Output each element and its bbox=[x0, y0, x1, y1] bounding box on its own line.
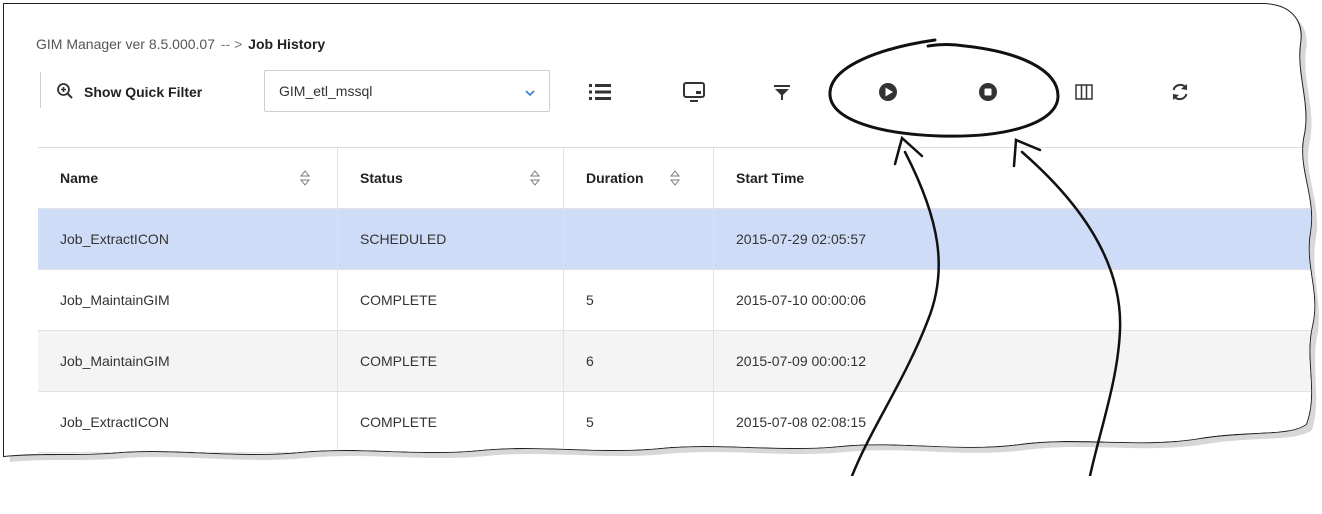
cell-status: SCHEDULED bbox=[360, 231, 447, 247]
column-header-start-time[interactable]: Start Time bbox=[714, 148, 1322, 208]
database-select[interactable]: GIM_etl_mssql bbox=[264, 70, 550, 112]
table-header-row: Name Status Duration Start Time bbox=[38, 148, 1322, 209]
show-quick-filter-label: Show Quick Filter bbox=[84, 84, 203, 100]
cell-name: Job_ExtractICON bbox=[60, 414, 169, 430]
cell-name: Job_MaintainGIM bbox=[60, 353, 170, 369]
chevron-down-icon bbox=[525, 85, 535, 101]
breadcrumb-app[interactable]: GIM Manager ver 8.5.000.07 bbox=[36, 36, 215, 52]
breadcrumb-separator: -- > bbox=[220, 36, 243, 52]
cell-name: Job_ExtractICON bbox=[60, 231, 169, 247]
breadcrumb: GIM Manager ver 8.5.000.07 -- > Job Hist… bbox=[36, 36, 325, 52]
filter-icon[interactable] bbox=[768, 78, 796, 106]
table-row[interactable]: Job_MaintainGIM COMPLETE 6 2015-07-09 00… bbox=[38, 331, 1322, 392]
cell-duration: 5 bbox=[586, 414, 594, 430]
play-icon[interactable] bbox=[874, 78, 902, 106]
cell-status: COMPLETE bbox=[360, 353, 438, 369]
cell-duration: 6 bbox=[586, 353, 594, 369]
stop-icon[interactable] bbox=[974, 78, 1002, 106]
refresh-icon[interactable] bbox=[1166, 78, 1194, 106]
cell-start-time: 2015-07-08 02:08:15 bbox=[736, 414, 866, 430]
cell-name: Job_MaintainGIM bbox=[60, 292, 170, 308]
column-header-duration[interactable]: Duration bbox=[564, 148, 714, 208]
cell-start-time: 2015-07-09 00:00:12 bbox=[736, 353, 866, 369]
database-select-value: GIM_etl_mssql bbox=[279, 83, 373, 99]
list-icon[interactable] bbox=[586, 78, 614, 106]
columns-icon[interactable] bbox=[1070, 78, 1098, 106]
column-header-name[interactable]: Name bbox=[38, 148, 338, 208]
sort-icon[interactable] bbox=[670, 170, 680, 189]
cell-status: COMPLETE bbox=[360, 292, 438, 308]
cell-status: COMPLETE bbox=[360, 414, 438, 430]
table-row[interactable]: Job_MaintainGIM COMPLETE 5 2015-07-10 00… bbox=[38, 270, 1322, 331]
job-history-panel: GIM Manager ver 8.5.000.07 -- > Job Hist… bbox=[0, 0, 1322, 476]
monitor-icon[interactable] bbox=[680, 78, 708, 106]
sort-icon[interactable] bbox=[300, 170, 310, 189]
cell-start-time: 2015-07-10 00:00:06 bbox=[736, 292, 866, 308]
table-row[interactable]: Job_ExtractICON SCHEDULED 2015-07-29 02:… bbox=[38, 209, 1322, 270]
cell-duration: 5 bbox=[586, 292, 594, 308]
sort-icon[interactable] bbox=[530, 170, 540, 189]
cell-start-time: 2015-07-29 02:05:57 bbox=[736, 231, 866, 247]
column-header-status[interactable]: Status bbox=[338, 148, 564, 208]
breadcrumb-current: Job History bbox=[248, 36, 326, 52]
toolbar-divider bbox=[40, 72, 41, 108]
show-quick-filter-button[interactable]: Show Quick Filter bbox=[56, 80, 202, 104]
zoom-in-icon bbox=[56, 82, 74, 103]
